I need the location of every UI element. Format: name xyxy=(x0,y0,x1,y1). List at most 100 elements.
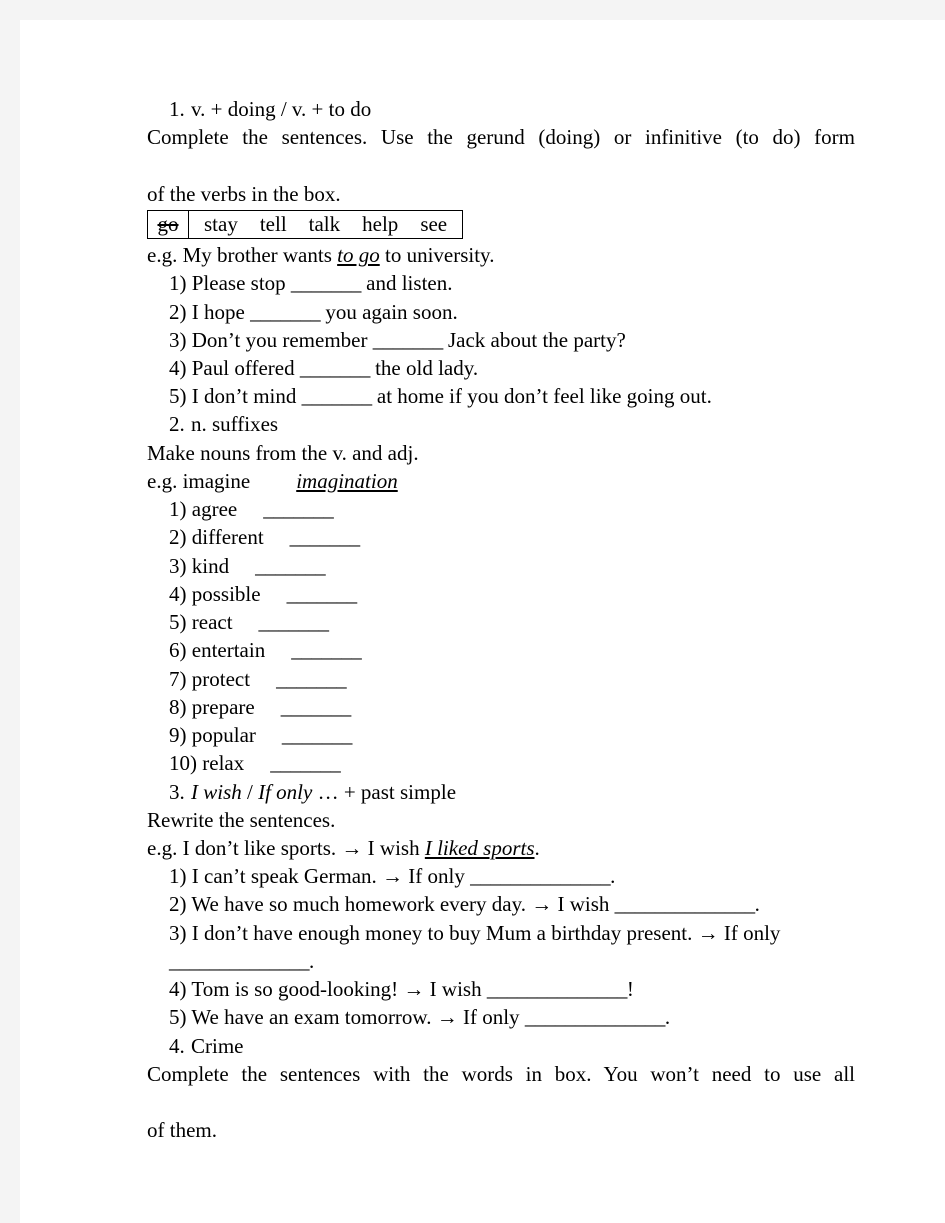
item-marker: 10) xyxy=(169,751,197,776)
section-3-title-rest: … + past simple xyxy=(312,779,457,804)
list-item: 2) I hope _______ you again soon. xyxy=(147,298,855,326)
item-word: entertain xyxy=(191,638,266,663)
document-page: 1. v. + doing / v. + to do Complete the s… xyxy=(20,20,945,1223)
item-blank: _______ xyxy=(299,356,371,381)
list-item: 6) entertain _______ xyxy=(147,636,855,664)
item-blank: _______ xyxy=(250,299,321,324)
item-blank: _______ xyxy=(270,751,341,776)
item-marker: 5) xyxy=(169,384,187,409)
item-blank: ______________ xyxy=(614,892,756,917)
item-text-before: We have an exam tomorrow. → If only xyxy=(191,1005,525,1030)
item-text-before: Tom is so good-looking! → I wish xyxy=(191,977,487,1002)
section-3-title-italic-2: If only xyxy=(258,779,313,804)
item-text-before: Please stop xyxy=(191,271,291,296)
section-1-example-prefix: e.g. My brother wants xyxy=(147,243,338,268)
item-marker: 7) xyxy=(169,666,187,691)
section-2-heading: 2. n. suffixes xyxy=(147,410,855,438)
word-box-words: stay tell talk help see xyxy=(193,212,458,236)
list-item: 7) protect _______ xyxy=(147,665,855,693)
word-see: see xyxy=(420,211,448,236)
item-blank: _______ xyxy=(281,723,353,748)
item-blank: _______ xyxy=(276,666,347,691)
word-stay: stay xyxy=(204,211,238,236)
item-blank: _______ xyxy=(291,638,362,663)
item-blank: _______ xyxy=(372,327,444,352)
word-help: help xyxy=(362,211,399,236)
item-blank: ______________ xyxy=(524,1005,666,1030)
item-marker: 6) xyxy=(169,638,187,663)
list-item: 5) We have an exam tomorrow. → If only _… xyxy=(147,1003,855,1031)
item-marker: 4) xyxy=(169,356,187,381)
section-2-title: n. suffixes xyxy=(191,412,279,437)
item-blank: _______ xyxy=(263,497,334,522)
list-item: 9) popular _______ xyxy=(147,721,855,749)
word-box-row: go stay tell talk help see xyxy=(147,209,464,240)
item-marker: 5) xyxy=(169,610,187,635)
item-blank: _______ xyxy=(286,581,358,606)
section-3-example-answer: I liked sports xyxy=(424,836,535,860)
list-item: 4) Paul offered _______ the old lady. xyxy=(147,354,855,382)
list-item: 10) relax _______ xyxy=(147,749,855,777)
word-talk: talk xyxy=(308,211,341,236)
item-marker: 1) xyxy=(169,271,187,296)
section-1-example: e.g. My brother wants to go to universit… xyxy=(147,241,855,269)
section-4-title: Crime xyxy=(191,1033,244,1058)
section-3-number: 3. xyxy=(169,779,185,804)
item-text-before: I can’t speak German. → If only xyxy=(191,864,471,889)
item-marker: 2) xyxy=(169,525,187,550)
item-text-after: and listen. xyxy=(360,271,453,296)
section-2-instruction: Make nouns from the v. and adj. xyxy=(147,440,419,465)
section-1-heading: 1. v. + doing / v. + to do xyxy=(147,95,855,123)
item-blank: ______________ xyxy=(169,948,310,973)
section-1-title: v. + doing / v. + to do xyxy=(191,97,372,121)
section-3-heading: 3. I wish / If only … + past simple xyxy=(147,778,855,806)
item-word: different xyxy=(191,525,264,550)
section-1-word-box: go stay tell talk help see xyxy=(147,209,464,240)
item-blank: _______ xyxy=(258,610,330,635)
item-text-before: I don’t mind xyxy=(191,384,302,409)
item-marker: 8) xyxy=(169,694,187,719)
item-marker: 3) xyxy=(169,327,187,352)
list-item: 2) We have so much homework every day. →… xyxy=(147,890,855,918)
section-3-title-italic-1: I wish xyxy=(191,779,242,804)
section-3-example-suffix: . xyxy=(534,836,540,860)
item-word: popular xyxy=(191,723,256,748)
item-text-after: you again soon. xyxy=(320,299,458,324)
section-3-instruction: Rewrite the sentences. xyxy=(147,807,336,832)
section-4-instruction-line2: of them. xyxy=(147,1118,217,1143)
item-blank: _______ xyxy=(255,553,326,578)
item-text-after: ! xyxy=(626,977,634,1002)
item-marker: 5) xyxy=(169,1005,187,1030)
item-word: possible xyxy=(191,581,261,606)
list-item: 2) different _______ xyxy=(147,523,855,551)
list-item: 1) I can’t speak German. → If only _____… xyxy=(147,862,855,890)
item-blank: _______ xyxy=(289,525,361,550)
item-word: relax xyxy=(202,751,245,776)
list-item: 3) I don’t have enough money to buy Mum … xyxy=(147,919,855,975)
worksheet-content: 1. v. + doing / v. + to do Complete the s… xyxy=(147,95,855,1145)
struck-word-go: go xyxy=(157,211,179,236)
item-text-before: We have so much homework every day. → I … xyxy=(191,892,615,917)
item-text-after: at home if you don’t feel like going out… xyxy=(371,384,712,409)
item-word: react xyxy=(191,610,233,635)
item-word: protect xyxy=(191,666,251,691)
item-text-after: . xyxy=(610,864,616,889)
list-item: 4) Tom is so good-looking! → I wish ____… xyxy=(147,975,855,1003)
item-marker: 2) xyxy=(169,892,187,917)
item-text-before: I don’t have enough money to buy Mum a b… xyxy=(191,920,781,945)
section-2-number: 2. xyxy=(169,412,185,437)
item-blank: ______________ xyxy=(486,977,628,1002)
item-word: agree xyxy=(191,497,238,522)
item-word: prepare xyxy=(191,694,255,719)
item-text-before: Paul offered xyxy=(191,356,300,381)
item-blank: _______ xyxy=(301,384,373,409)
section-2-example-answer: imagination xyxy=(296,468,398,493)
list-item: 1) Please stop _______ and listen. xyxy=(147,269,855,297)
word-tell: tell xyxy=(259,211,287,236)
section-3-example: e.g. I don’t like sports. → I wish I lik… xyxy=(147,834,855,862)
item-blank: _______ xyxy=(290,271,362,296)
section-1-items: 1) Please stop _______ and listen. 2) I … xyxy=(147,269,855,410)
section-2-example: e.g. imagine imagination xyxy=(147,467,855,495)
item-text-after: . xyxy=(754,892,760,917)
section-2-items: 1) agree _______ 2) different _______ 3) k… xyxy=(147,495,855,777)
